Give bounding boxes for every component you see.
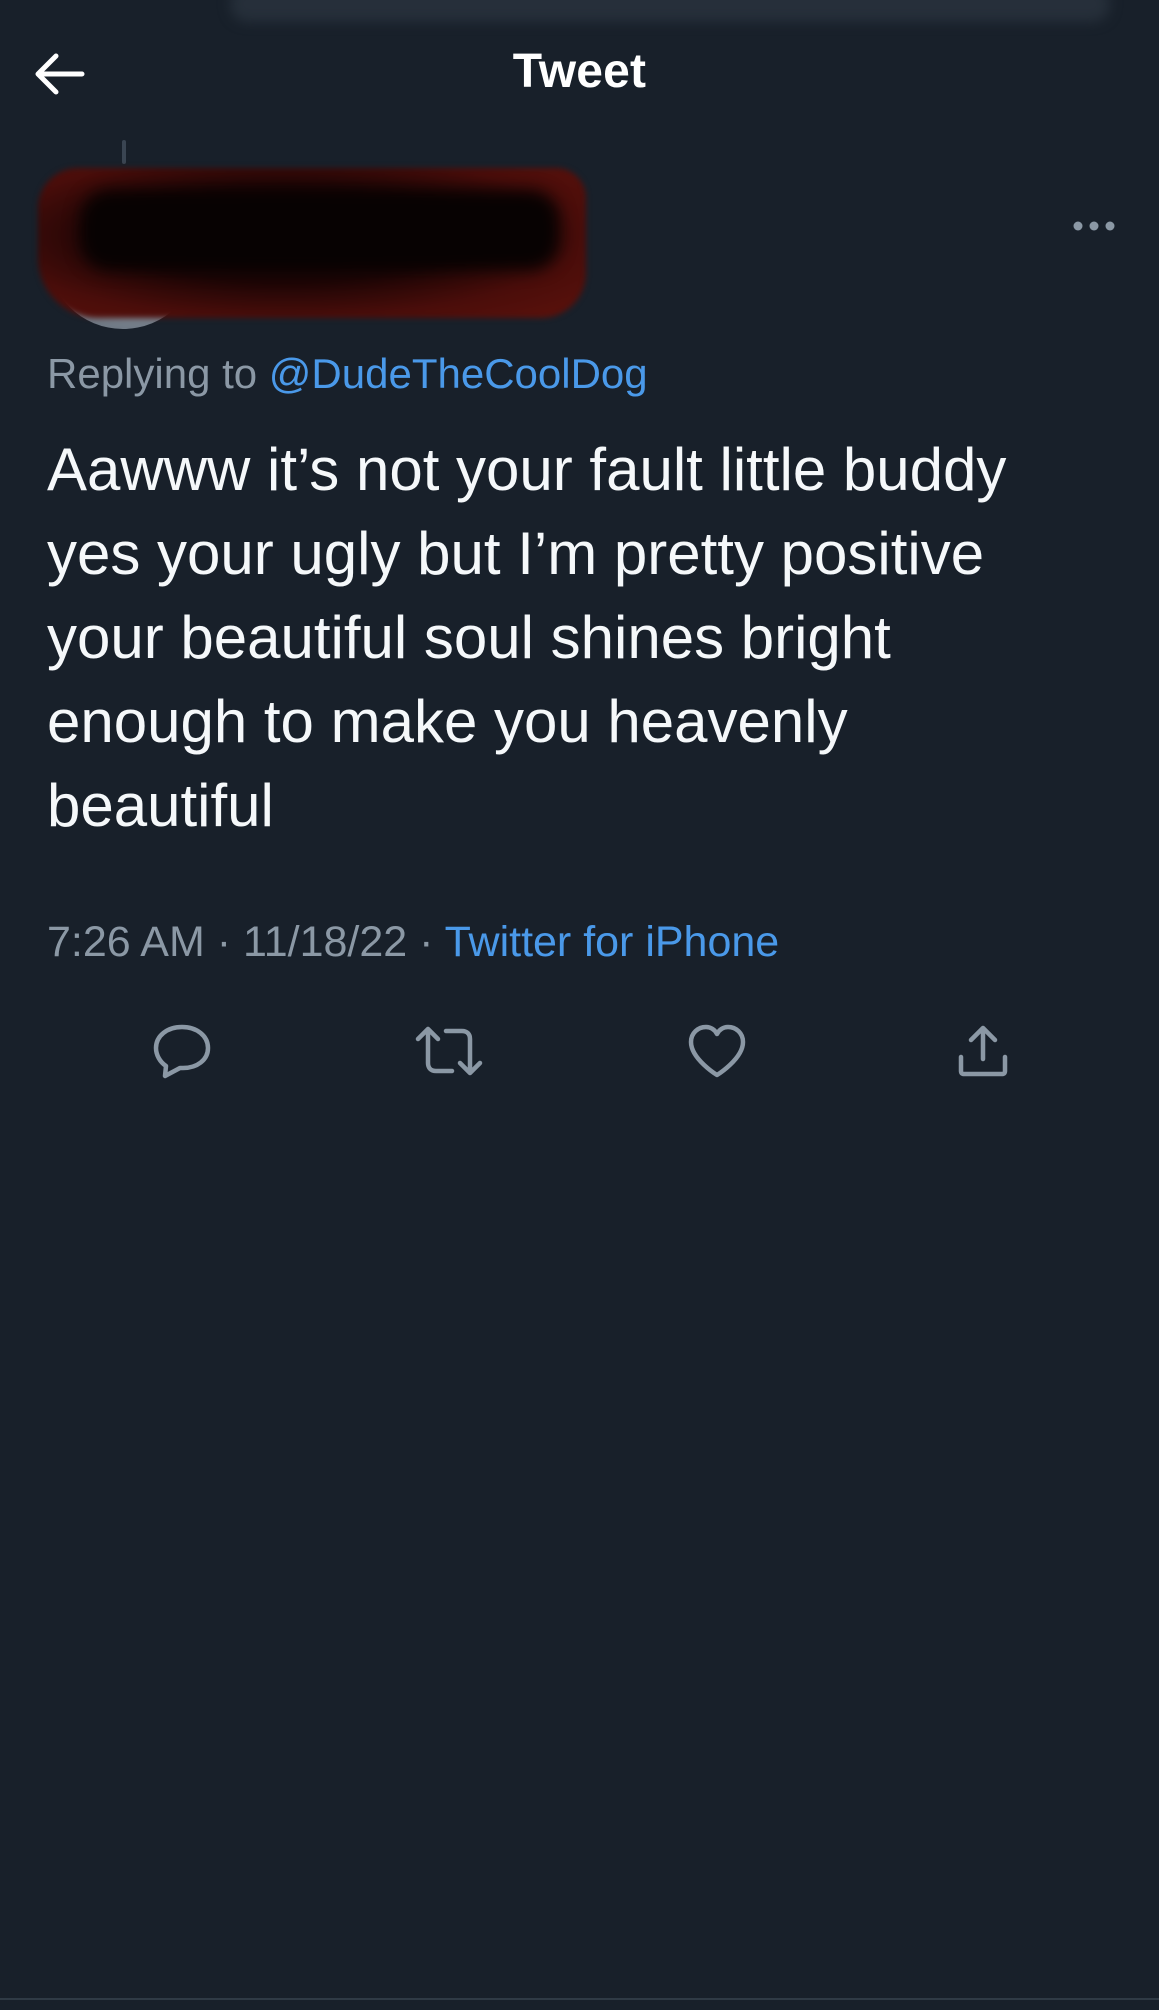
tweet-date: 11/18/22: [242, 918, 408, 966]
replying-to-line: Replying to @DudeTheCoolDog: [47, 350, 648, 398]
tweet-text: Aawww it’s not your fault little buddy y…: [47, 436, 1007, 839]
meta-separator: ·: [204, 918, 243, 966]
redaction-overlay: [80, 190, 560, 270]
page-title: Tweet: [512, 45, 647, 98]
header: Tweet: [0, 0, 1159, 150]
tweet-metadata: 7:26 AM · 11/18/22 · Twitter for iPhone: [47, 918, 779, 967]
replying-to-label: Replying to: [47, 350, 269, 397]
retweet-button[interactable]: [414, 1020, 484, 1082]
share-icon: [958, 1025, 1008, 1077]
like-button[interactable]: [682, 1020, 752, 1082]
bottom-divider: [0, 1998, 1159, 2000]
more-options-button[interactable]: [1068, 208, 1120, 244]
tweet-time: 7:26 AM: [47, 918, 205, 966]
like-icon: [688, 1024, 746, 1078]
replying-to-handle-link[interactable]: @DudeTheCoolDog: [269, 350, 648, 397]
retweet-icon: [415, 1026, 483, 1076]
share-button[interactable]: [948, 1020, 1018, 1082]
reply-button[interactable]: [147, 1020, 217, 1082]
tweet-source-link[interactable]: Twitter for iPhone: [445, 918, 780, 966]
thread-connector-line: [122, 140, 126, 164]
meta-separator: ·: [407, 918, 445, 966]
more-options-icon: [1073, 221, 1115, 231]
reply-icon: [153, 1024, 211, 1079]
